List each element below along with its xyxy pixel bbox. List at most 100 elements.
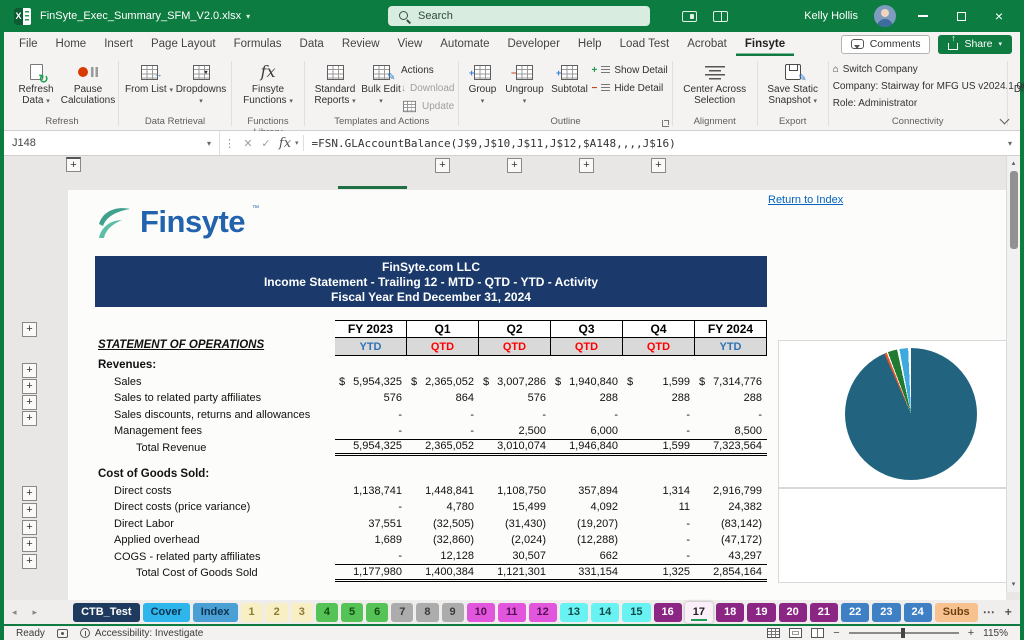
sheet-tab[interactable]: 18	[716, 603, 744, 622]
ungroup-button[interactable]: − Ungroup▾	[501, 59, 547, 107]
value-cell[interactable]: (32,505)	[407, 518, 479, 530]
column-header-cell[interactable]: Q2	[479, 320, 551, 338]
ribbon-tab[interactable]: File	[10, 32, 47, 56]
refresh-data-button[interactable]: Refresh Data ▾	[10, 59, 62, 107]
period-header-cell[interactable]: QTD	[407, 338, 479, 356]
ribbon-tab[interactable]: Help	[569, 32, 611, 56]
column-header-cell[interactable]: Q4	[623, 320, 695, 338]
value-cell[interactable]: 1,599	[623, 440, 695, 452]
sheet-tab[interactable]: CTB_Test	[73, 603, 140, 622]
sheet-tab[interactable]: 21	[810, 603, 838, 622]
sheet-tab[interactable]: 10	[467, 603, 495, 622]
dialog-launcher-icon[interactable]	[662, 120, 669, 127]
sheet-tab[interactable]: 9	[442, 603, 464, 622]
expand-row-group-button[interactable]	[22, 537, 37, 552]
macro-record-icon[interactable]	[57, 629, 68, 638]
value-cell[interactable]: 11	[623, 501, 695, 513]
expand-row-group-button[interactable]	[22, 411, 37, 426]
value-cell[interactable]: 2,365,052	[407, 440, 479, 452]
comments-button[interactable]: Comments	[841, 35, 931, 54]
value-cell[interactable]: 8,500	[695, 425, 767, 437]
row-label-cell[interactable]: Direct costs	[98, 485, 335, 497]
value-cell[interactable]: 24,382	[695, 501, 767, 513]
expand-column-group-button[interactable]	[651, 158, 666, 173]
value-cell[interactable]: 576	[335, 392, 407, 404]
value-cell[interactable]: 1,946,840	[551, 440, 623, 452]
expand-column-group-button[interactable]	[507, 158, 522, 173]
expand-column-group-button[interactable]	[66, 157, 81, 172]
cancel-entry-button[interactable]: ✕	[239, 137, 257, 150]
value-cell[interactable]: 43,297	[695, 550, 767, 562]
value-cell[interactable]: 2,500	[479, 425, 551, 437]
value-cell[interactable]: -	[623, 518, 695, 530]
standard-reports-button[interactable]: Standard Reports ▾	[309, 59, 361, 107]
column-header-cell[interactable]: FY 2024	[695, 320, 767, 338]
zoom-out-button[interactable]: −	[833, 627, 839, 639]
ribbon-tab[interactable]: Acrobat	[678, 32, 736, 56]
expand-formula-bar-icon[interactable]: ▾	[1008, 139, 1020, 148]
value-cell[interactable]: 3,007,286	[479, 376, 551, 388]
page-layout-view-button[interactable]	[789, 628, 802, 638]
value-cell[interactable]: -	[335, 425, 407, 437]
ribbon-tab[interactable]: Load Test	[611, 32, 679, 56]
value-cell[interactable]: -	[407, 409, 479, 421]
value-cell[interactable]: 576	[479, 392, 551, 404]
share-button[interactable]: Share ▾	[938, 35, 1012, 54]
sheet-tab[interactable]: 23	[872, 603, 900, 622]
column-header-cell[interactable]: Q3	[551, 320, 623, 338]
period-header-cell[interactable]: QTD	[623, 338, 695, 356]
ribbon-tab[interactable]: Automate	[431, 32, 498, 56]
ribbon-tab[interactable]: Developer	[498, 32, 568, 56]
scroll-down-icon[interactable]: ▾	[1007, 578, 1020, 591]
value-cell[interactable]: 288	[695, 392, 767, 404]
value-cell[interactable]: -	[623, 409, 695, 421]
expand-row-group-button[interactable]	[22, 379, 37, 394]
show-detail-button[interactable]: +Show Detail	[591, 63, 667, 78]
embedded-chart[interactable]	[778, 340, 1006, 488]
confirm-entry-button[interactable]: ✓	[257, 137, 275, 150]
expand-row-group-button[interactable]	[22, 486, 37, 501]
value-cell[interactable]: 3,010,074	[479, 440, 551, 452]
sheet-tab[interactable]: 22	[841, 603, 869, 622]
sheet-tab[interactable]: 11	[498, 603, 526, 622]
value-cell[interactable]: 5,954,325	[335, 376, 407, 388]
value-cell[interactable]: 4,780	[407, 501, 479, 513]
value-cell[interactable]: 288	[551, 392, 623, 404]
group-button[interactable]: + Group▾	[463, 59, 501, 107]
value-cell[interactable]: 1,314	[623, 485, 695, 497]
value-cell[interactable]: 1,325	[623, 566, 695, 578]
value-cell[interactable]: -	[623, 550, 695, 562]
page-break-view-button[interactable]	[811, 628, 824, 638]
sheet-tab[interactable]: 4	[316, 603, 338, 622]
expand-column-group-button[interactable]	[579, 158, 594, 173]
side-by-side-icon[interactable]	[713, 11, 728, 22]
value-cell[interactable]: 2,916,799	[695, 485, 767, 497]
value-cell[interactable]: 15,499	[479, 501, 551, 513]
value-cell[interactable]: 1,121,301	[479, 566, 551, 578]
return-to-index-link[interactable]: Return to Index	[768, 194, 843, 206]
row-label-cell[interactable]: Total Revenue	[98, 442, 335, 454]
row-label-cell[interactable]: Total Cost of Goods Sold	[98, 567, 335, 579]
expand-column-group-button[interactable]	[435, 158, 450, 173]
pause-calculations-button[interactable]: Pause Calculations	[62, 59, 114, 106]
value-cell[interactable]: (31,430)	[479, 518, 551, 530]
switch-company-button[interactable]: ⌂Switch Company	[833, 62, 1024, 76]
value-cell[interactable]: -	[479, 409, 551, 421]
sheet-tab[interactable]: 5	[341, 603, 363, 622]
sheet-tab[interactable]: 16	[654, 603, 682, 622]
add-sheet-button[interactable]: +	[1000, 605, 1017, 619]
close-button[interactable]: ×	[988, 5, 1010, 27]
value-cell[interactable]: 37,551	[335, 518, 407, 530]
value-cell[interactable]: 864	[407, 392, 479, 404]
row-label-cell[interactable]: Sales	[98, 376, 335, 388]
sheet-tab[interactable]: Cover	[143, 603, 190, 622]
sheet-tab[interactable]: 8	[416, 603, 438, 622]
file-menu-caret-icon[interactable]: ▾	[246, 12, 250, 21]
expand-row-group-button[interactable]	[22, 363, 37, 378]
ribbon-tab[interactable]: Data	[291, 32, 333, 56]
insert-function-button[interactable]: fx	[275, 136, 295, 151]
pie-chart[interactable]	[845, 348, 977, 480]
tab-scroll-right-icon[interactable]: ▸	[25, 607, 46, 618]
row-label-cell[interactable]: Applied overhead	[98, 534, 335, 546]
value-cell[interactable]: 7,323,564	[695, 440, 767, 452]
